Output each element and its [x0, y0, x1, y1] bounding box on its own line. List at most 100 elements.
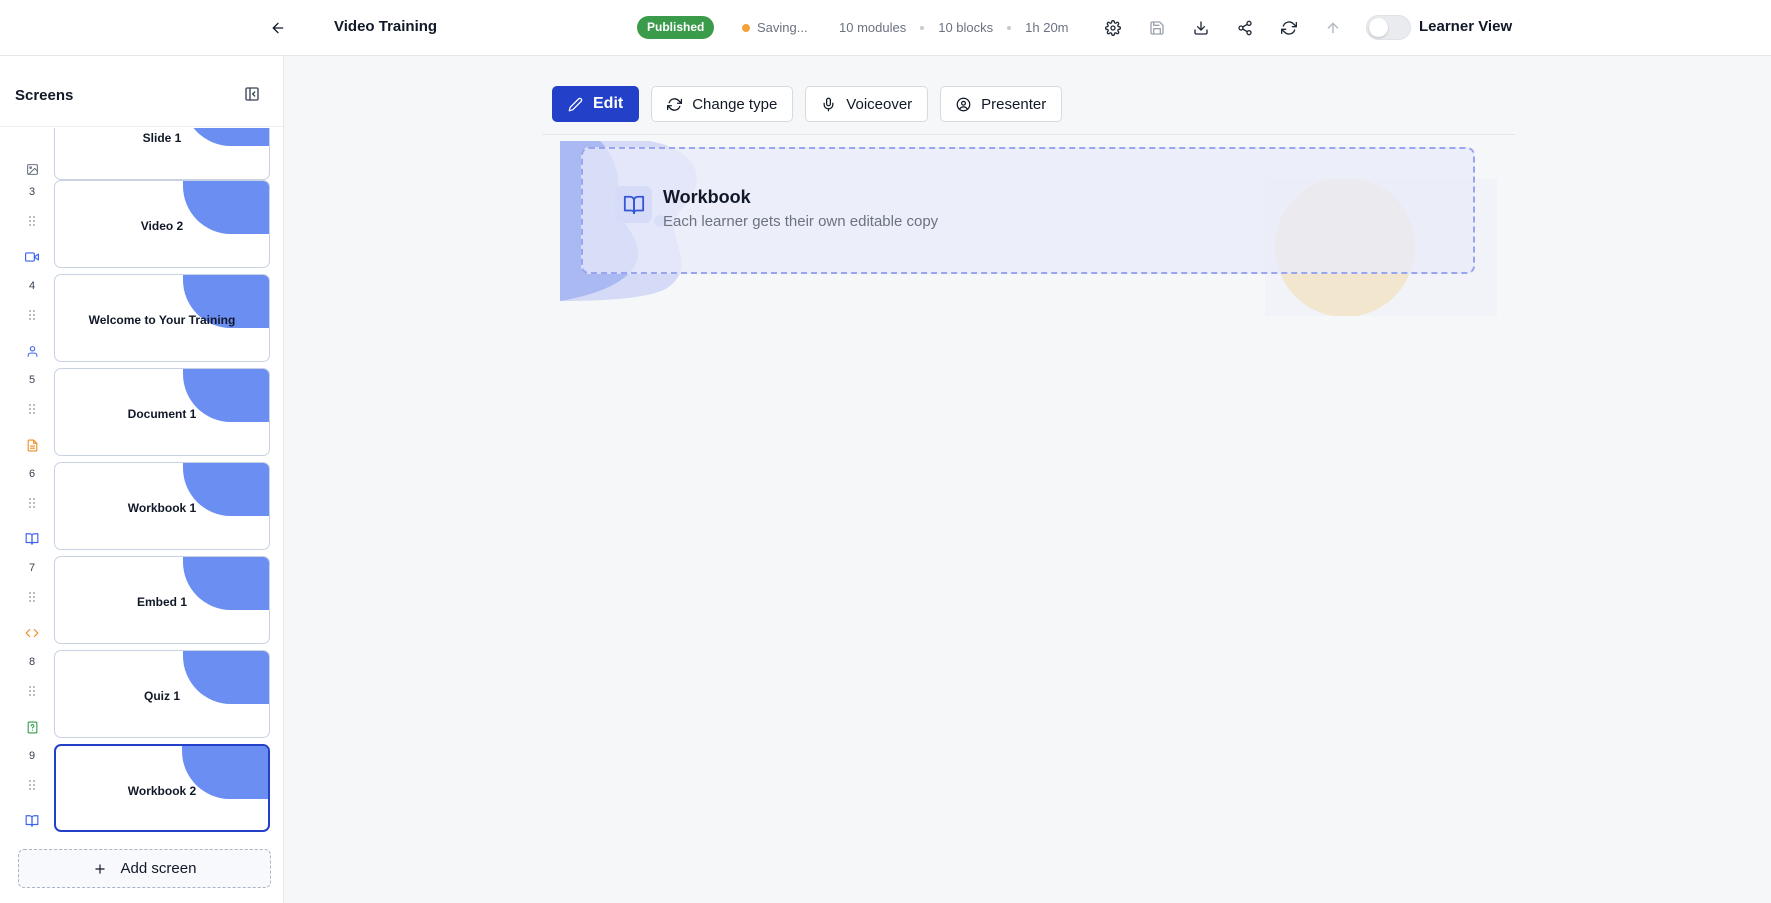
workbook-subtitle: Each learner gets their own editable cop…	[663, 213, 939, 230]
screen-rail: 3	[18, 178, 46, 272]
screens-sidebar: Screens Slide 1 3 Video 2 4 Welcome to Y…	[0, 56, 284, 903]
code-icon	[24, 625, 40, 641]
sidebar-header: Screens	[0, 56, 283, 127]
sync-button[interactable]	[1277, 16, 1301, 40]
refresh-icon	[1281, 21, 1297, 35]
refresh-icon	[667, 97, 683, 111]
screen-thumbnail[interactable]: Welcome to Your Training	[54, 274, 270, 362]
edit-label: Edit	[593, 95, 624, 112]
screen-thumbnail[interactable]: Workbook 1	[54, 462, 270, 550]
screen-number: 8	[28, 656, 36, 668]
screen-number: 3	[28, 186, 36, 198]
user-icon	[24, 343, 40, 359]
voiceover-label: Voiceover	[846, 95, 913, 113]
screen-thumbnail[interactable]: Video 2	[54, 180, 270, 268]
save-icon	[1150, 21, 1164, 35]
download-button[interactable]	[1189, 16, 1213, 40]
separator-dot	[1007, 25, 1012, 30]
workbook-icon-tile	[615, 186, 652, 223]
drag-handle-icon[interactable]	[25, 214, 39, 228]
duration: 1h 20m	[1025, 20, 1069, 35]
screen-canvas: Workbook Each learner gets their own edi…	[560, 141, 1497, 316]
book-icon	[24, 813, 40, 829]
block-action-bar: Edit Change type Voiceover Presenter	[552, 86, 1063, 122]
screen-rail: 7	[18, 554, 46, 648]
edit-button[interactable]: Edit	[552, 86, 640, 122]
workbook-title: Workbook	[663, 187, 751, 207]
divider	[542, 134, 1515, 135]
screen-thumbnail[interactable]: Slide 1	[54, 128, 270, 180]
presenter-button[interactable]: Presenter	[940, 86, 1063, 122]
screen-number: 5	[28, 374, 36, 386]
screen-row: 8 Quiz 1	[0, 648, 283, 742]
voiceover-button[interactable]: Voiceover	[805, 86, 929, 122]
separator-dot	[920, 25, 925, 30]
screen-rail: 5	[18, 366, 46, 460]
screen-thumbnail[interactable]: Quiz 1	[54, 650, 270, 738]
published-badge: Published	[637, 16, 715, 39]
blocks-count: 10 blocks	[938, 20, 994, 35]
screen-thumbnail[interactable]: Embed 1	[54, 556, 270, 644]
save-button[interactable]	[1145, 16, 1169, 40]
drag-handle-icon[interactable]	[25, 308, 39, 322]
screen-thumbnail-selected[interactable]: Workbook 2	[54, 744, 270, 832]
screen-label: Welcome to Your Training	[88, 313, 236, 327]
screen-number: 9	[28, 750, 36, 762]
presenter-label: Presenter	[981, 95, 1047, 113]
gear-icon	[1105, 20, 1121, 36]
screen-label: Quiz 1	[143, 689, 180, 703]
plus-icon	[94, 863, 105, 874]
screen-row: Slide 1	[0, 128, 283, 184]
microphone-icon	[823, 97, 834, 111]
workbook-block[interactable]: Workbook Each learner gets their own edi…	[581, 147, 1475, 274]
drag-handle-icon[interactable]	[25, 496, 39, 510]
screen-label: Workbook 1	[127, 501, 197, 515]
screen-row: 6 Workbook 1	[0, 460, 283, 554]
course-title: Video Training	[334, 18, 438, 35]
video-icon	[24, 249, 40, 265]
screen-rail	[18, 128, 46, 184]
arrow-left-icon	[272, 22, 284, 34]
share-button[interactable]	[1233, 16, 1257, 40]
top-bar: Video Training Published Saving... 10 mo…	[0, 0, 1771, 56]
book-icon	[623, 195, 644, 214]
sidebar-title: Screens	[15, 87, 74, 104]
pencil-icon	[568, 97, 583, 111]
toggle-knob	[1369, 18, 1388, 37]
learner-view-toggle[interactable]	[1366, 15, 1411, 40]
add-screen-label: Add screen	[120, 860, 197, 877]
saving-dot-icon	[742, 23, 750, 32]
drag-handle-icon[interactable]	[25, 778, 39, 792]
change-type-label: Change type	[692, 95, 778, 113]
screen-rail: 4	[18, 272, 46, 366]
screen-label: Slide 1	[142, 131, 182, 145]
saving-text: Saving...	[757, 20, 808, 35]
share-icon	[1238, 20, 1252, 36]
image-icon	[24, 161, 40, 177]
screen-number: 4	[28, 280, 36, 292]
screen-thumbnail[interactable]: Document 1	[54, 368, 270, 456]
saving-status: Saving...	[742, 20, 808, 35]
settings-button[interactable]	[1101, 16, 1125, 40]
drag-handle-icon[interactable]	[25, 590, 39, 604]
screen-label: Embed 1	[136, 595, 187, 609]
screen-row: 7 Embed 1	[0, 554, 283, 648]
screen-number: 6	[28, 468, 36, 480]
screen-row: 5 Document 1	[0, 366, 283, 460]
collapse-sidebar-button[interactable]	[242, 84, 262, 104]
screen-label: Document 1	[127, 407, 197, 421]
back-button[interactable]	[266, 16, 290, 40]
drag-handle-icon[interactable]	[25, 684, 39, 698]
change-type-button[interactable]: Change type	[651, 86, 794, 122]
drag-handle-icon[interactable]	[25, 402, 39, 416]
download-icon	[1194, 21, 1208, 35]
screens-list[interactable]: Slide 1 3 Video 2 4 Welcome to Your Trai…	[0, 128, 283, 888]
add-screen-button[interactable]: Add screen	[18, 849, 271, 888]
user-circle-icon	[956, 97, 971, 111]
quiz-icon	[24, 719, 40, 735]
editor-main: Edit Change type Voiceover Presenter Wor…	[285, 57, 1771, 903]
screen-rail: 6	[18, 460, 46, 554]
publish-button[interactable]	[1321, 16, 1345, 40]
document-icon	[24, 437, 40, 453]
screen-label: Video 2	[140, 219, 184, 233]
